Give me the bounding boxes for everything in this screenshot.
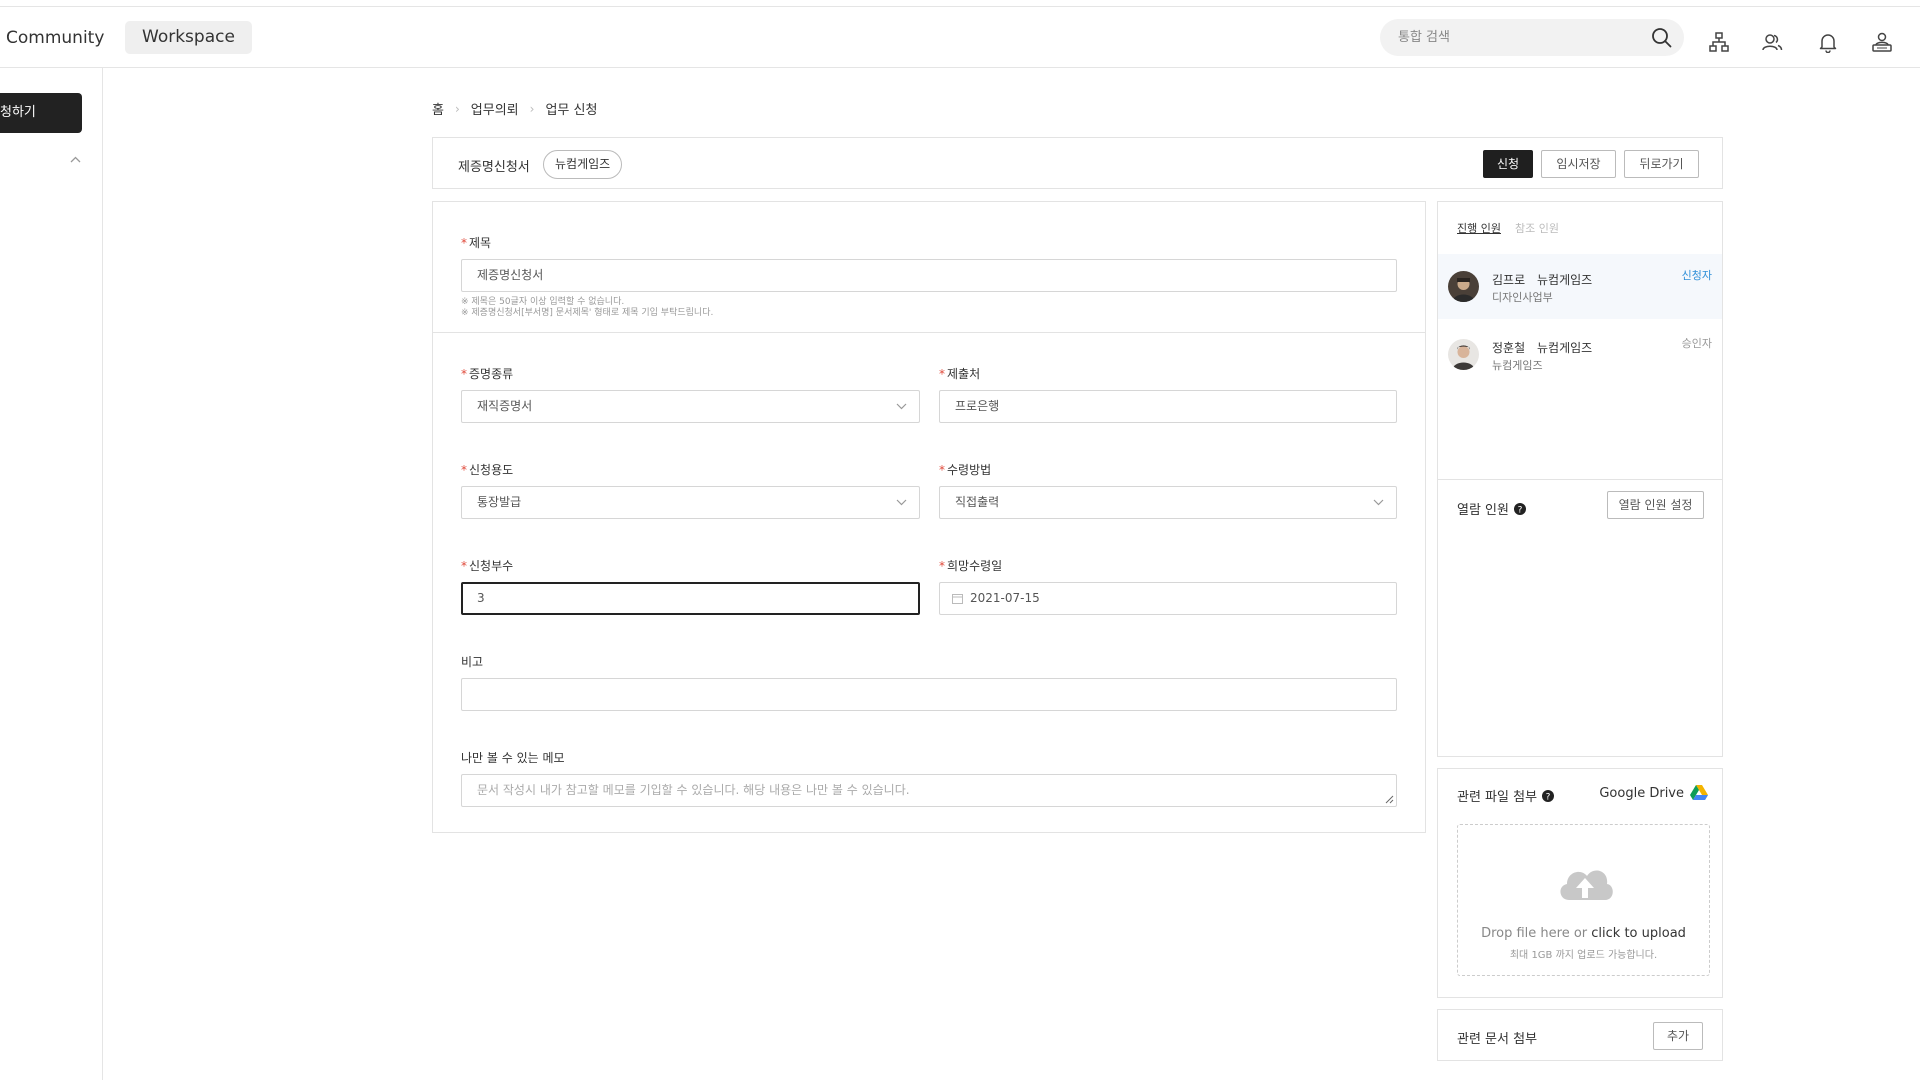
- save-draft-button[interactable]: 임시저장: [1541, 150, 1616, 178]
- resize-handle-icon[interactable]: [1385, 795, 1394, 804]
- person-org: 뉴컴게임즈: [1537, 273, 1593, 287]
- svg-text:?: ?: [1518, 505, 1523, 515]
- add-related-doc-button[interactable]: 추가: [1653, 1022, 1703, 1050]
- remarks-input[interactable]: [461, 678, 1397, 711]
- google-drive-icon: [1690, 785, 1708, 800]
- submit-to-input[interactable]: 프로은행: [939, 390, 1397, 423]
- upload-limit-text: 최대 1GB 까지 업로드 가능합니다.: [1509, 950, 1658, 961]
- form-divider: [433, 332, 1425, 333]
- cert-type-select[interactable]: 재직증명서: [461, 390, 920, 423]
- breadcrumb-request[interactable]: 업무의뢰: [471, 99, 519, 118]
- org-chip[interactable]: 뉴컴게임즈: [543, 150, 623, 179]
- related-docs-title: 관련 문서 첨부: [1457, 1032, 1538, 1047]
- back-button[interactable]: 뒤로가기: [1624, 150, 1699, 178]
- drop-instruction: Drop file here or click to upload: [1481, 926, 1686, 941]
- related-documents-panel: 관련 문서 첨부 추가: [1437, 1009, 1723, 1061]
- private-memo-label: 나만 볼 수 있는 메모: [461, 751, 565, 765]
- chevron-right-icon: ›: [529, 101, 535, 116]
- cert-type-label: * 증명종류: [461, 367, 514, 381]
- top-navigation-bar: Community Workspace: [0, 6, 1920, 68]
- submit-to-label: * 제출처: [939, 367, 981, 381]
- private-memo-textarea[interactable]: 문서 작성시 내가 참고할 메모를 기입할 수 있습니다. 해당 내용은 나만 …: [461, 774, 1397, 807]
- cloud-upload-icon: [1560, 870, 1613, 900]
- file-attachment-panel: 관련 파일 첨부 ? Google Drive Drop file here o…: [1437, 768, 1723, 998]
- document-header: 제증명신청서 뉴컴게임즈 신청 임시저장 뒤로가기: [432, 137, 1723, 189]
- chevron-right-icon: ›: [454, 101, 460, 116]
- person-org: 뉴컴게임즈: [1537, 341, 1593, 355]
- file-dropzone[interactable]: Drop file here or click to upload 최대 1GB…: [1457, 824, 1710, 976]
- org-chart-icon[interactable]: [1708, 31, 1730, 53]
- desired-date-label: * 희망수령일: [939, 559, 1003, 573]
- tab-reference-people[interactable]: 참조 인원: [1515, 220, 1559, 236]
- global-search: [1380, 19, 1684, 56]
- receive-method-label: * 수령방법: [939, 463, 992, 477]
- person-item[interactable]: 김프로 뉴컴게임즈 디자인사업부 신청자: [1438, 254, 1722, 319]
- admin-icon[interactable]: [1871, 31, 1893, 53]
- remarks-label: 비고: [461, 655, 484, 669]
- title-hint-1: ※ 제목은 50글자 이상 입력할 수 없습니다.: [461, 297, 625, 307]
- users-icon[interactable]: [1761, 31, 1783, 53]
- sidebar: 청하기: [0, 68, 103, 1080]
- breadcrumb: 홈 › 업무의뢰 › 업무 신청: [432, 99, 598, 119]
- purpose-label: * 신청용도: [461, 463, 514, 477]
- copies-input[interactable]: 3: [461, 582, 920, 615]
- chevron-down-icon: [896, 403, 907, 410]
- search-icon[interactable]: [1651, 27, 1672, 48]
- help-icon[interactable]: ?: [1542, 789, 1555, 802]
- request-form: * 제목 제증명신청서 ※ 제목은 50글자 이상 입력할 수 없습니다. ※ 제…: [432, 201, 1426, 833]
- desired-date-input[interactable]: 2021-07-15: [939, 582, 1397, 615]
- sidebar-create-button[interactable]: 청하기: [0, 93, 82, 133]
- bell-icon[interactable]: [1817, 31, 1839, 53]
- breadcrumb-current: 업무 신청: [545, 103, 598, 118]
- person-name: 정훈철: [1492, 341, 1526, 355]
- viewers-settings-button[interactable]: 열람 인원 설정: [1607, 491, 1704, 519]
- title-label: * 제목: [461, 236, 492, 250]
- chevron-up-icon[interactable]: [70, 156, 81, 163]
- nav-workspace[interactable]: Workspace: [125, 21, 252, 54]
- chevron-down-icon: [1373, 499, 1384, 506]
- avatar: [1448, 271, 1479, 302]
- chevron-down-icon: [896, 499, 907, 506]
- person-role-badge: 신청자: [1681, 269, 1712, 282]
- title-input[interactable]: 제증명신청서: [461, 259, 1397, 292]
- document-type-title: 제증명신청서: [458, 160, 530, 175]
- attachments-title: 관련 파일 첨부 ?: [1457, 786, 1555, 805]
- viewers-title: 열람 인원 ?: [1457, 499, 1526, 518]
- click-to-upload-link[interactable]: click to upload: [1591, 926, 1686, 941]
- person-role-badge: 승인자: [1681, 337, 1712, 350]
- search-input[interactable]: [1398, 19, 1638, 56]
- title-hint-2: ※ 제증명신청서[부서명] 문서제목' 형태로 제목 기입 부탁드립니다.: [461, 308, 714, 318]
- purpose-select[interactable]: 통장발급: [461, 486, 920, 519]
- avatar: [1448, 339, 1479, 370]
- person-dept: 디자인사업부: [1492, 291, 1553, 304]
- help-icon[interactable]: ?: [1513, 502, 1526, 515]
- tab-progress-people[interactable]: 진행 인원: [1457, 220, 1501, 236]
- approval-panel: 진행 인원 참조 인원 김프로 뉴컴게임즈 디자인사업부 신청자 정훈철 뉴컴게…: [1437, 201, 1723, 757]
- calendar-icon: [952, 594, 963, 604]
- receive-method-select[interactable]: 직접출력: [939, 486, 1397, 519]
- breadcrumb-home[interactable]: 홈: [432, 99, 444, 118]
- google-drive-button[interactable]: Google Drive: [1599, 785, 1708, 801]
- person-dept: 뉴컴게임즈: [1492, 359, 1543, 372]
- person-item[interactable]: 정훈철 뉴컴게임즈 뉴컴게임즈 승인자: [1438, 322, 1722, 387]
- person-name: 김프로: [1492, 273, 1526, 287]
- panel-divider: [1438, 479, 1722, 480]
- submit-button[interactable]: 신청: [1483, 150, 1533, 178]
- svg-text:?: ?: [1546, 792, 1551, 802]
- copies-label: * 신청부수: [461, 559, 514, 573]
- nav-community[interactable]: Community: [6, 28, 104, 48]
